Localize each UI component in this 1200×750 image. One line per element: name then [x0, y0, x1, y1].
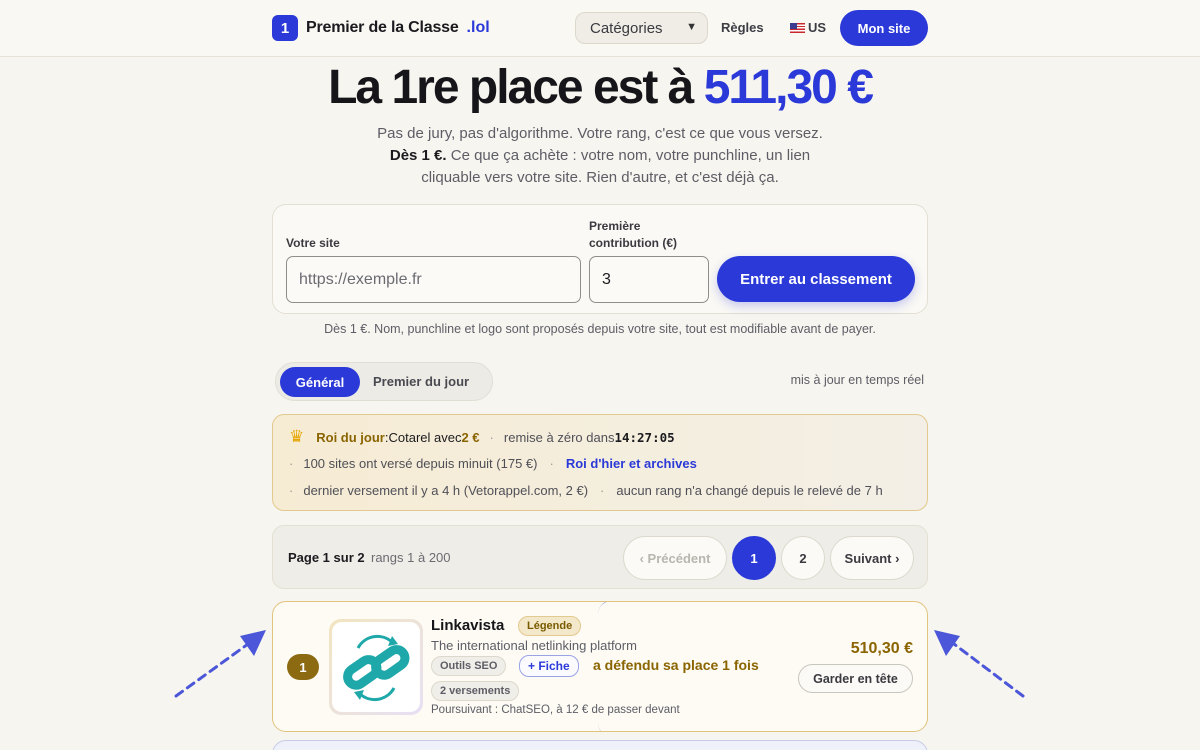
- join-ranking-button[interactable]: Entrer au classement: [717, 256, 915, 302]
- rank-amount: 510,30 €: [850, 640, 913, 657]
- hero-line-3: cliquable vers votre site. Rien d'autre,…: [421, 169, 779, 186]
- king-amount: 2 €: [461, 429, 480, 445]
- chevron-down-icon: ▼: [686, 21, 697, 33]
- hero-line-2-rest: Ce que ça achète : votre nom, votre punc…: [446, 147, 811, 164]
- rank-card[interactable]: 1 Linkavista Légende The international n…: [272, 601, 928, 732]
- next-page-button[interactable]: Suivant ›: [830, 536, 914, 580]
- realtime-note: mis à jour en temps réel: [790, 373, 924, 387]
- category-chip[interactable]: Outils SEO: [431, 656, 507, 676]
- title-prefix: La 1re place est à: [328, 61, 704, 114]
- join-form: Votre site https://exemple.fr Première c…: [272, 204, 928, 314]
- reset-label: remise à zéro dans: [503, 429, 615, 445]
- hero-line-1: Pas de jury, pas d'algorithme. Votre ran…: [377, 125, 823, 142]
- fiche-chip[interactable]: + Fiche: [519, 655, 579, 677]
- separator-dot: ·: [289, 456, 294, 471]
- king-name: Cotarel avec: [388, 429, 462, 445]
- rules-link[interactable]: Règles: [721, 20, 764, 35]
- tab-first-of-day[interactable]: Premier du jour: [373, 374, 469, 389]
- chain-link-icon: [343, 634, 410, 702]
- prev-page-button[interactable]: ‹ Précédent: [623, 536, 727, 580]
- brand-badge: 1: [272, 15, 298, 41]
- rank-card[interactable]: [272, 740, 928, 750]
- page-1-button[interactable]: 1: [732, 536, 776, 580]
- top-bar: 1 Premier de la Classe .lol Catégories ▼…: [0, 0, 1200, 57]
- reset-countdown: 14:27:05: [614, 429, 675, 445]
- page-2-button[interactable]: 2: [781, 536, 825, 580]
- language-label: US: [808, 20, 827, 35]
- site-logo[interactable]: [329, 619, 423, 715]
- separator-dot: ·: [289, 483, 294, 498]
- keep-lead-button[interactable]: Garder en tête: [798, 664, 913, 693]
- top-amount: 511,30 €: [703, 61, 874, 114]
- right-pointer-arrow-icon: [934, 630, 1025, 698]
- ranking-tabs: Général Premier du jour: [275, 362, 493, 401]
- form-note: Dès 1 €. Nom, punchline et logo sont pro…: [324, 322, 876, 336]
- separator-dot: ·: [549, 456, 554, 471]
- brand-name: Premier de la Classe: [306, 19, 459, 36]
- left-pointer-arrow-icon: [174, 630, 266, 698]
- brand-logo[interactable]: 1 Premier de la Classe .lol: [272, 15, 490, 41]
- king-row-2: · 100 sites ont versé depuis minuit (175…: [289, 456, 697, 471]
- page-title: La 1re place est à 511,30 €: [0, 60, 1200, 115]
- site-name[interactable]: Linkavista: [431, 617, 504, 634]
- legend-badge: Légende: [518, 616, 582, 636]
- defended-count: a défendu sa place 1 fois: [593, 657, 759, 673]
- my-site-button[interactable]: Mon site: [840, 10, 928, 46]
- chaser-info: Poursuivant : ChatSEO, à 12 € de passer …: [431, 704, 680, 716]
- site-tagline: The international netlinking platform: [431, 638, 637, 653]
- payments-chip: 2 versements: [431, 681, 520, 701]
- king-row-1: ♛ Roi du jour : Cotarel avec 2 € · remis…: [289, 427, 675, 447]
- king-label: Roi du jour: [316, 429, 385, 445]
- crown-icon: ♛: [289, 427, 305, 446]
- king-row-3: · dernier versement il y a 4 h (Vetorapp…: [289, 483, 883, 498]
- hero-line-2-bold: Dès 1 €.: [389, 147, 447, 164]
- no-rank-change: aucun rang n'a changé depuis le relevé d…: [616, 483, 883, 498]
- language-switch[interactable]: US: [790, 20, 826, 35]
- hero-line-2: Dès 1 €. Ce que ça achète : votre nom, v…: [300, 145, 900, 167]
- king-of-day-panel: ♛ Roi du jour : Cotarel avec 2 € · remis…: [272, 414, 928, 511]
- separator-dot: ·: [600, 483, 605, 498]
- site-label: Votre site: [286, 236, 340, 250]
- tab-general[interactable]: Général: [280, 367, 360, 397]
- category-select[interactable]: Catégories ▼: [575, 12, 708, 44]
- category-select-value: Catégories: [590, 19, 663, 37]
- contribution-input[interactable]: 3: [589, 256, 709, 303]
- page-range: rangs 1 à 200: [371, 550, 451, 565]
- us-flag-icon: [790, 22, 805, 33]
- sites-since-midnight: 100 sites ont versé depuis minuit (175 €…: [303, 456, 538, 471]
- separator-dot: ·: [489, 429, 494, 445]
- archives-link[interactable]: Roi d'hier et archives: [566, 456, 697, 471]
- rank-number: 1: [287, 654, 319, 680]
- site-input[interactable]: https://exemple.fr: [286, 256, 581, 303]
- contribution-label: Première contribution (€): [589, 219, 677, 250]
- brand-tld: .lol: [466, 19, 490, 36]
- pagination: Page 1 sur 2 rangs 1 à 200 ‹ Précédent 1…: [272, 525, 928, 589]
- hero-subtitle: Pas de jury, pas d'algorithme. Votre ran…: [300, 123, 900, 189]
- page-label: Page 1 sur 2: [288, 550, 365, 565]
- last-payment: dernier versement il y a 4 h (Vetorappel…: [303, 483, 589, 498]
